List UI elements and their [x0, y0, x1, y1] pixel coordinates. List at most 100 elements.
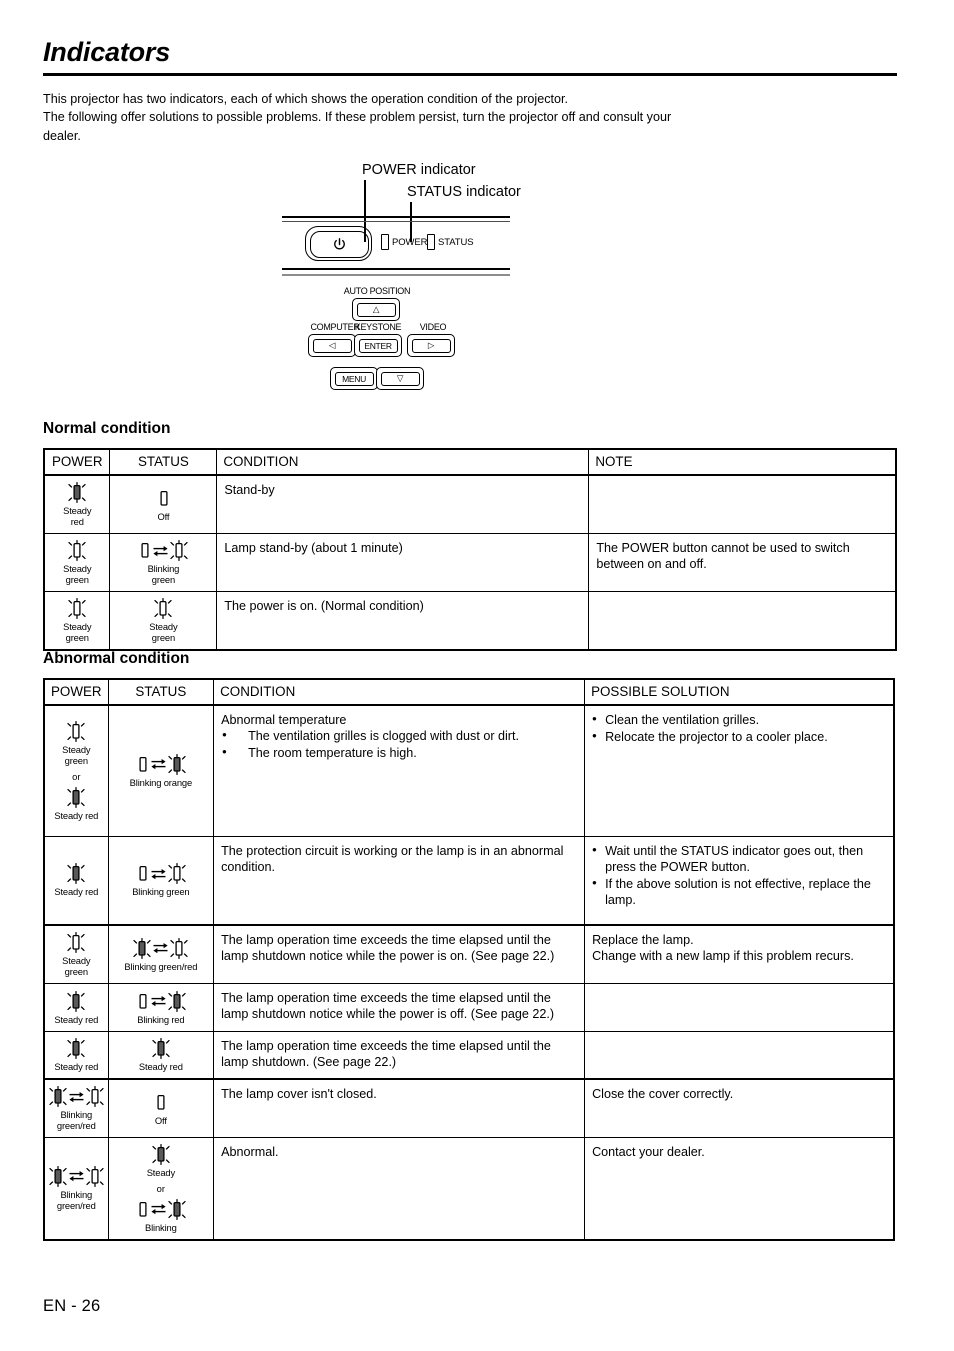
control-panel-diagram: POWER indicator STATUS indicator POWER S…: [280, 160, 610, 400]
panel-edge-top-shadow: [282, 221, 510, 223]
cell-condition: The lamp cover isn't closed.: [213, 1078, 586, 1138]
header-power: POWER: [44, 449, 111, 476]
solution-text-line: Contact your dealer.: [592, 1145, 705, 1159]
video-key[interactable]: ▷: [407, 334, 455, 357]
indicator-stack: Steady green or Steady red: [47, 720, 106, 821]
section-heading-abnormal: Abnormal condition: [43, 650, 190, 667]
cell-status-indicator: Blinking green: [107, 835, 215, 926]
cell-possible-solution: Contact your dealer.: [584, 1136, 895, 1241]
indicator-caption: Steady green: [62, 743, 91, 766]
indicator-caption: Steady green: [62, 955, 91, 977]
down-arrow-icon: ▽: [380, 371, 420, 386]
indicator-caption: Steady: [146, 1167, 175, 1178]
computer-key[interactable]: ◁: [308, 334, 356, 357]
lamp-steady-red-icon: [67, 990, 85, 1012]
left-arrow-icon: ◁: [312, 338, 352, 353]
intro-line-3: dealer.: [43, 128, 81, 143]
cell-status-indicator: Blinking red: [107, 983, 215, 1032]
indicator-glyph: Blinking: [136, 1198, 186, 1233]
power-led-label: POWER: [392, 237, 428, 248]
condition-text: Abnormal.: [221, 1145, 279, 1159]
cell-power-indicator: Blinking green/red: [43, 1136, 109, 1241]
condition-text: The lamp cover isn't closed.: [221, 1087, 377, 1101]
table-row: Steady green Blinking green Lamp stand-b…: [43, 533, 897, 592]
solution-bullet-list: Clean the ventilation grilles.Relocate t…: [592, 711, 886, 745]
condition-text: The lamp operation time exceeds the time…: [221, 1039, 551, 1069]
callout-status-indicator: STATUS indicator: [407, 184, 521, 200]
indicator-glyph: Off: [111, 1092, 212, 1126]
lamp-steady-red-icon: [67, 786, 85, 808]
indicator-glyph: Blinking green: [112, 540, 214, 585]
table-row: Steady red Blinking red The lamp operati…: [43, 983, 895, 1032]
cell-power-indicator: Steady green: [43, 591, 111, 651]
list-item: The ventilation grilles is clogged with …: [221, 727, 577, 745]
normal-condition-table: POWER STATUS CONDITION NOTE Steady red O…: [43, 448, 897, 651]
intro-paragraph: This projector has two indicators, each …: [43, 90, 895, 145]
cell-status-indicator: Blinking green/red: [107, 924, 215, 984]
lamp-steady-red-icon: [67, 1038, 85, 1059]
cell-status-indicator: Blinking green: [109, 533, 218, 592]
auto-position-key[interactable]: △: [352, 298, 400, 321]
indicator-caption: Steady red: [138, 1061, 183, 1072]
table-row: Steady red Blinking green The protection…: [43, 835, 895, 926]
section-heading-normal: Normal condition: [43, 420, 171, 437]
cell-power-indicator: Steady green: [43, 924, 109, 984]
lamp-blinking-red-icon: [136, 1198, 186, 1220]
page-title: Indicators: [43, 37, 171, 67]
indicator-caption: Blinking green/red: [124, 960, 198, 972]
power-button[interactable]: [305, 226, 372, 261]
cell-possible-solution: [584, 983, 895, 1032]
status-led-label: STATUS: [438, 237, 474, 248]
power-button-inner: [310, 231, 369, 258]
indicator-caption: Off: [154, 1114, 167, 1126]
lamp-steady-red-icon: [68, 482, 86, 503]
table-row: Steady red Off Stand-by: [43, 474, 897, 534]
key-label-video: VIDEO: [419, 322, 447, 332]
document-page: Indicators This projector has two indica…: [0, 0, 954, 1351]
down-key[interactable]: ▽: [376, 367, 424, 390]
header-condition: CONDITION: [216, 449, 590, 476]
lamp-blinking-green-red-icon: [49, 1086, 104, 1107]
list-item: If the above solution is not effective, …: [592, 875, 886, 909]
enter-key-label: ENTER: [358, 338, 398, 353]
indicator-glyph: Steady red: [47, 1038, 106, 1072]
table-row: Steady green or Steady red Blinking oran…: [43, 704, 895, 837]
menu-key[interactable]: MENU: [330, 367, 378, 390]
list-item: Wait until the STATUS indicator goes out…: [592, 842, 886, 876]
indicator-caption: Steady red: [54, 886, 99, 898]
indicator-caption: Blinking red: [137, 1013, 185, 1025]
cell-condition: The protection circuit is working or the…: [213, 835, 586, 926]
lamp-steady-red-icon: [152, 1038, 170, 1059]
indicator-caption: Steady red: [54, 809, 99, 821]
status-led: [427, 234, 435, 250]
lamp-steady-red-icon: [67, 863, 85, 885]
cell-possible-solution: [584, 1031, 895, 1080]
cell-power-indicator: Steady green: [43, 533, 111, 592]
lamp-blinking-orange-icon: [136, 753, 186, 775]
lamp-steady-green-icon: [67, 720, 85, 742]
cell-status-indicator: Off: [109, 474, 218, 534]
enter-keystone-key[interactable]: ENTER: [354, 334, 402, 357]
indicator-caption: Blinking green: [147, 563, 180, 585]
cell-power-indicator: Steady red: [43, 474, 111, 534]
indicator-caption: Steady green: [149, 621, 178, 643]
indicator-caption: Blinking: [145, 1221, 177, 1233]
list-item: The room temperature is high.: [221, 744, 577, 762]
indicator-glyph: Steady red: [47, 863, 106, 897]
lamp-steady-green-icon: [68, 598, 86, 619]
title-divider: [43, 73, 897, 77]
indicator-glyph: Blinking red: [111, 990, 212, 1025]
lamp-off-icon: [157, 488, 170, 509]
callout-power-indicator: POWER indicator: [362, 162, 476, 178]
key-label-keystone: KEYSTONE: [354, 322, 402, 332]
table-row: Steady green Steady green The power is o…: [43, 591, 897, 651]
up-arrow-icon: △: [356, 302, 396, 317]
cell-condition: The power is on. (Normal condition): [216, 591, 590, 651]
indicator-caption: Steady red: [54, 1013, 99, 1025]
indicator-caption: Steady green: [63, 621, 92, 643]
cell-status-indicator: Blinking orange: [107, 704, 215, 837]
cell-note: [588, 591, 897, 651]
solution-text-line: Change with a new lamp if this problem r…: [592, 949, 854, 963]
lamp-blinking-red-icon: [136, 990, 186, 1012]
indicator-caption: Blinking green: [132, 886, 190, 898]
